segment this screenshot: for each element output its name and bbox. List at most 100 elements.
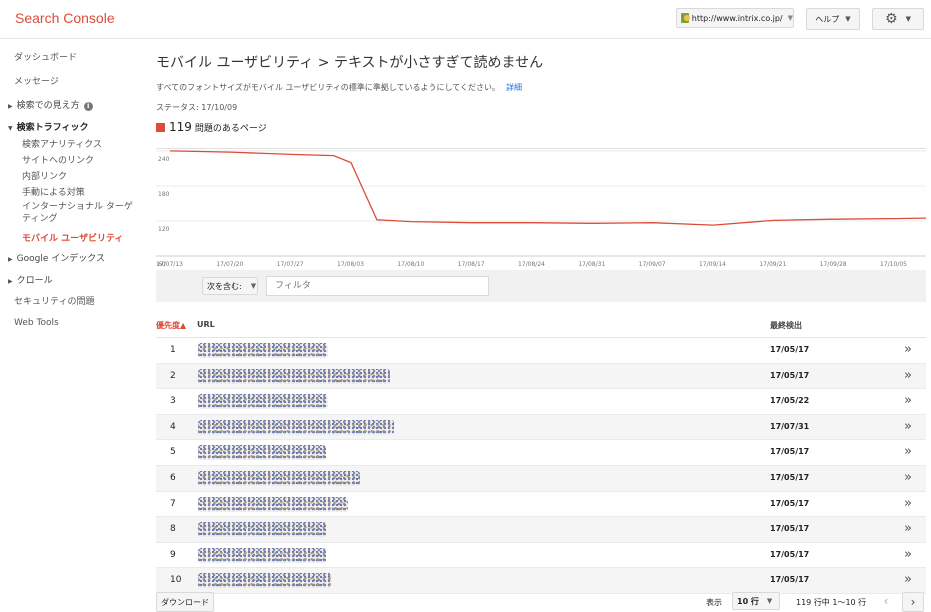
row-url-redacted[interactable]	[198, 496, 348, 512]
legend-swatch	[156, 122, 165, 132]
filter-type-dropdown[interactable]: 次を含む: ▼	[202, 277, 258, 295]
row-rank: 5	[170, 447, 176, 458]
chevron-down-icon: ▼	[766, 597, 773, 605]
row-details-icon[interactable]: »	[904, 342, 912, 357]
brand-logo[interactable]: Search Console	[15, 10, 115, 26]
row-last-detected: 17/05/17	[770, 575, 810, 585]
table-row[interactable]: 9 17/05/17 »	[156, 543, 926, 569]
row-details-icon[interactable]: »	[904, 444, 912, 459]
chevron-down-icon: ▼	[845, 15, 851, 23]
row-url-redacted[interactable]	[198, 522, 326, 538]
x-tick-label: 17/09/07	[639, 261, 666, 268]
x-tick-label: 17/08/24	[518, 261, 545, 268]
expand-right-icon: ▶	[8, 103, 13, 110]
expand-down-icon: ▼	[8, 125, 13, 132]
page-description: すべてのフォントサイズがモバイル ユーザビリティの標準に準拠しているようにしてく…	[156, 82, 522, 93]
table-row[interactable]: 2 17/05/17 »	[156, 363, 926, 390]
table-row[interactable]: 8 17/05/17 »	[156, 517, 926, 543]
site-selector[interactable]: http://www.intrix.co.jp/ ▼	[676, 8, 794, 28]
issue-count-label: 問題のあるページ	[194, 123, 267, 134]
row-url-redacted[interactable]	[198, 394, 328, 410]
detail-link[interactable]: 詳細	[506, 83, 522, 92]
expand-right-icon: ▶	[8, 256, 13, 263]
row-url-redacted[interactable]	[198, 445, 326, 461]
row-url-redacted[interactable]	[198, 547, 326, 563]
row-details-icon[interactable]: »	[904, 470, 912, 485]
table-row[interactable]: 7 17/05/17 »	[156, 492, 926, 518]
row-url-redacted[interactable]	[198, 368, 390, 384]
sidebar-item-dashboard[interactable]: ダッシュボード	[14, 50, 77, 63]
table-row[interactable]: 6 17/05/17 »	[156, 465, 926, 492]
x-tick-label: 17/08/31	[578, 261, 605, 268]
row-url-redacted[interactable]	[198, 573, 332, 589]
prev-page-button[interactable]: ‹	[876, 593, 896, 609]
chevron-down-icon: ▼	[787, 14, 793, 22]
row-last-detected: 17/05/17	[770, 370, 810, 380]
row-rank: 6	[170, 472, 176, 483]
y-tick-label: 120	[158, 226, 170, 233]
sidebar-item-google-index[interactable]: ▶ Google インデックス	[8, 251, 105, 264]
sidebar-item-web-tools[interactable]: Web Tools	[14, 318, 59, 328]
sidebar-item-security-issues[interactable]: セキュリティの問題	[14, 294, 94, 307]
row-details-icon[interactable]: »	[904, 368, 912, 383]
row-rank: 7	[170, 498, 176, 509]
sidebar-item-search-traffic[interactable]: ▼ 検索トラフィック	[8, 120, 88, 133]
row-rank: 9	[170, 549, 176, 560]
x-tick-label: 17/08/03	[337, 261, 364, 268]
site-favicon-icon	[681, 13, 690, 23]
table-row[interactable]: 10 17/05/17 »	[156, 568, 926, 594]
sidebar-item-search-appearance[interactable]: ▶ 検索での見え方 i	[8, 98, 93, 111]
sidebar-item-label: クロール	[16, 276, 53, 286]
sidebar-item-internal-links[interactable]: 内部リンク	[22, 169, 67, 182]
row-last-detected: 17/05/17	[770, 345, 810, 354]
column-last-detected[interactable]: 最終検出	[770, 320, 802, 331]
filter-type-label: 次を含む:	[207, 281, 242, 291]
row-url-redacted[interactable]	[198, 470, 360, 486]
column-url[interactable]: URL	[197, 320, 215, 329]
sidebar-item-mobile-usability[interactable]: モバイル ユーザビリティ	[22, 231, 123, 244]
row-last-detected: 17/05/17	[770, 524, 810, 534]
sidebar-item-international-targeting[interactable]: インターナショナル ターゲティング	[22, 201, 134, 225]
info-icon[interactable]: i	[83, 102, 93, 111]
sidebar-item-label: 検索での見え方	[16, 101, 80, 111]
table-row[interactable]: 5 17/05/17 »	[156, 440, 926, 466]
row-details-icon[interactable]: »	[904, 547, 912, 562]
column-priority[interactable]: 優先度▲	[156, 320, 186, 331]
issue-count-value: 119	[169, 120, 192, 134]
chart-svg: 2401801206017/07/13 17/07/20 17/07/27 17/08…	[156, 148, 926, 268]
row-details-icon[interactable]: »	[904, 521, 912, 536]
sidebar-item-manual-actions[interactable]: 手動による対策	[22, 185, 85, 198]
row-details-icon[interactable]: »	[904, 393, 912, 408]
table-row[interactable]: 3 17/05/22 »	[156, 389, 926, 415]
row-details-icon[interactable]: »	[904, 496, 912, 511]
table-row[interactable]: 1 17/05/17 »	[156, 338, 926, 364]
next-page-button[interactable]: ›	[902, 592, 924, 612]
row-last-detected: 17/05/17	[770, 549, 810, 559]
help-button[interactable]: ヘルプ ▼	[806, 8, 860, 30]
row-details-icon[interactable]: »	[904, 572, 912, 587]
settings-button[interactable]: ⚙ ▼	[872, 8, 924, 30]
row-last-detected: 17/05/17	[770, 447, 810, 457]
x-tick-label: 17/08/10	[397, 261, 424, 268]
sidebar-item-links-to-site[interactable]: サイトへのリンク	[22, 153, 94, 166]
help-label: ヘルプ	[815, 14, 840, 24]
sidebar-item-messages[interactable]: メッセージ	[14, 74, 59, 87]
page-range: 119 行中 1〜10 行	[796, 598, 867, 607]
description-text: すべてのフォントサイズがモバイル ユーザビリティの標準に準拠しているようにしてく…	[156, 83, 501, 92]
row-url-redacted[interactable]	[198, 419, 394, 435]
row-last-detected: 17/05/17	[770, 498, 810, 508]
x-tick-label: 17/09/14	[699, 261, 726, 268]
row-last-detected: 17/07/31	[770, 421, 810, 431]
x-tick-label: 17/10/05	[880, 261, 907, 268]
row-details-icon[interactable]: »	[904, 419, 912, 434]
row-url-redacted[interactable]	[198, 343, 328, 358]
y-tick-label: 240	[158, 156, 170, 163]
url-table: 優先度▲ URL 最終検出 1 17/05/17 » 2 17/05/17 » 3 17/05…	[156, 313, 926, 594]
sidebar-item-search-analytics[interactable]: 検索アナリティクス	[22, 137, 102, 150]
table-row[interactable]: 4 17/07/31 »	[156, 414, 926, 441]
filter-input[interactable]	[266, 276, 489, 296]
rows-per-page-dropdown[interactable]: 10 行 ▼	[732, 592, 780, 610]
sidebar-item-crawl[interactable]: ▶ クロール	[8, 273, 53, 286]
download-button[interactable]: ダウンロード	[156, 592, 214, 612]
x-tick-label: 17/07/20	[216, 261, 243, 268]
